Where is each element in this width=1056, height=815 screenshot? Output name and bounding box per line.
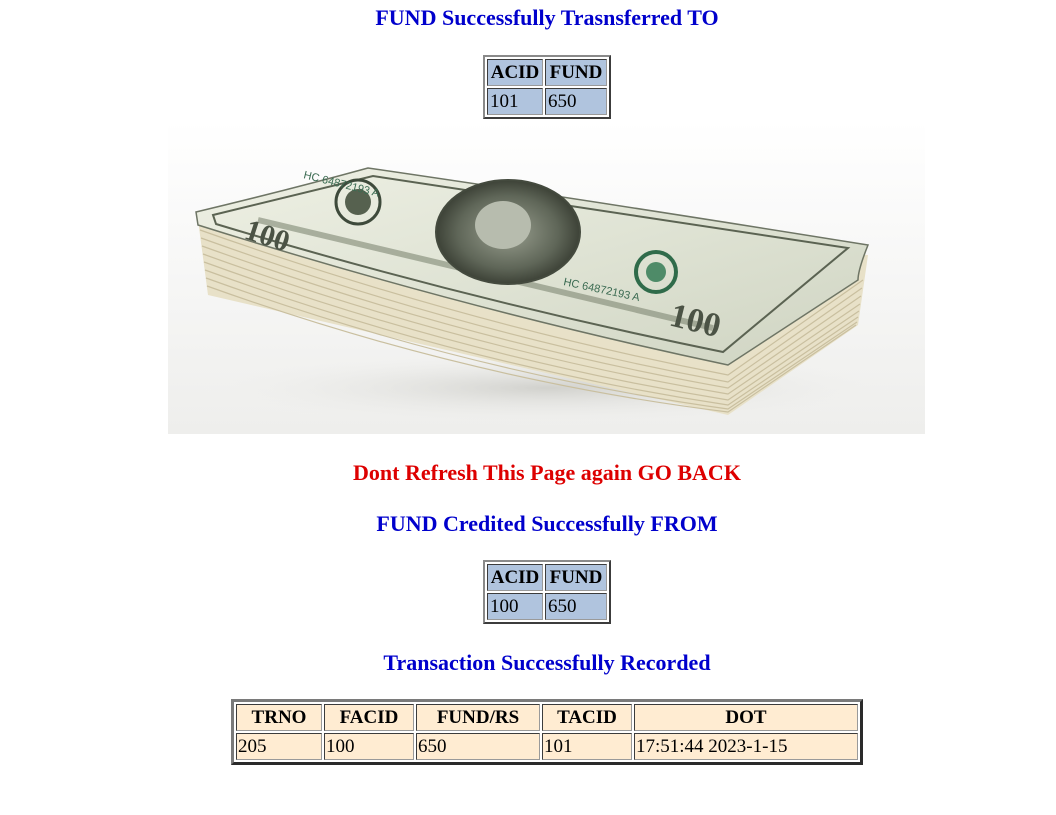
acid-header: ACID <box>487 564 543 591</box>
fund-header: FUND <box>545 564 607 591</box>
table-row: 100 650 <box>487 593 607 620</box>
fund-cell: 650 <box>545 88 607 115</box>
table-header-row: TRNO FACID FUND/RS TACID DOT <box>236 704 858 731</box>
fund-rs-header: FUND/RS <box>416 704 540 731</box>
facid-header: FACID <box>324 704 414 731</box>
tacid-header: TACID <box>542 704 632 731</box>
facid-cell: 100 <box>324 733 414 760</box>
trno-header: TRNO <box>236 704 322 731</box>
money-stack-image: 100 100 HC 64872193 A HC 64872193 A <box>168 120 925 434</box>
dot-header: DOT <box>634 704 858 731</box>
dot-cell: 17:51:44 2023-1-15 <box>634 733 858 760</box>
transaction-table: TRNO FACID FUND/RS TACID DOT 205 100 650… <box>231 699 863 765</box>
page: FUND Successfully Trasnsferred TO ACID F… <box>0 0 1056 815</box>
transaction-recorded-heading: Transaction Successfully Recorded <box>383 650 711 675</box>
acid-cell: 101 <box>487 88 543 115</box>
credited-from-heading: FUND Credited Successfully FROM <box>376 511 718 536</box>
trno-cell: 205 <box>236 733 322 760</box>
table-row: 101 650 <box>487 88 607 115</box>
acid-cell: 100 <box>487 593 543 620</box>
table-header-row: ACID FUND <box>487 564 607 591</box>
fund-header: FUND <box>545 59 607 86</box>
tacid-cell: 101 <box>542 733 632 760</box>
table-header-row: ACID FUND <box>487 59 607 86</box>
fund-rs-cell: 650 <box>416 733 540 760</box>
table-row: 205 100 650 101 17:51:44 2023-1-15 <box>236 733 858 760</box>
refresh-warning: Dont Refresh This Page again GO BACK <box>353 460 741 485</box>
fund-cell: 650 <box>545 593 607 620</box>
banknote-stack-illustration: 100 100 HC 64872193 A HC 64872193 A <box>168 120 925 434</box>
to-account-table: ACID FUND 101 650 <box>483 55 611 119</box>
transfer-to-heading: FUND Successfully Trasnsferred TO <box>375 5 719 30</box>
acid-header: ACID <box>487 59 543 86</box>
from-account-table: ACID FUND 100 650 <box>483 560 611 624</box>
